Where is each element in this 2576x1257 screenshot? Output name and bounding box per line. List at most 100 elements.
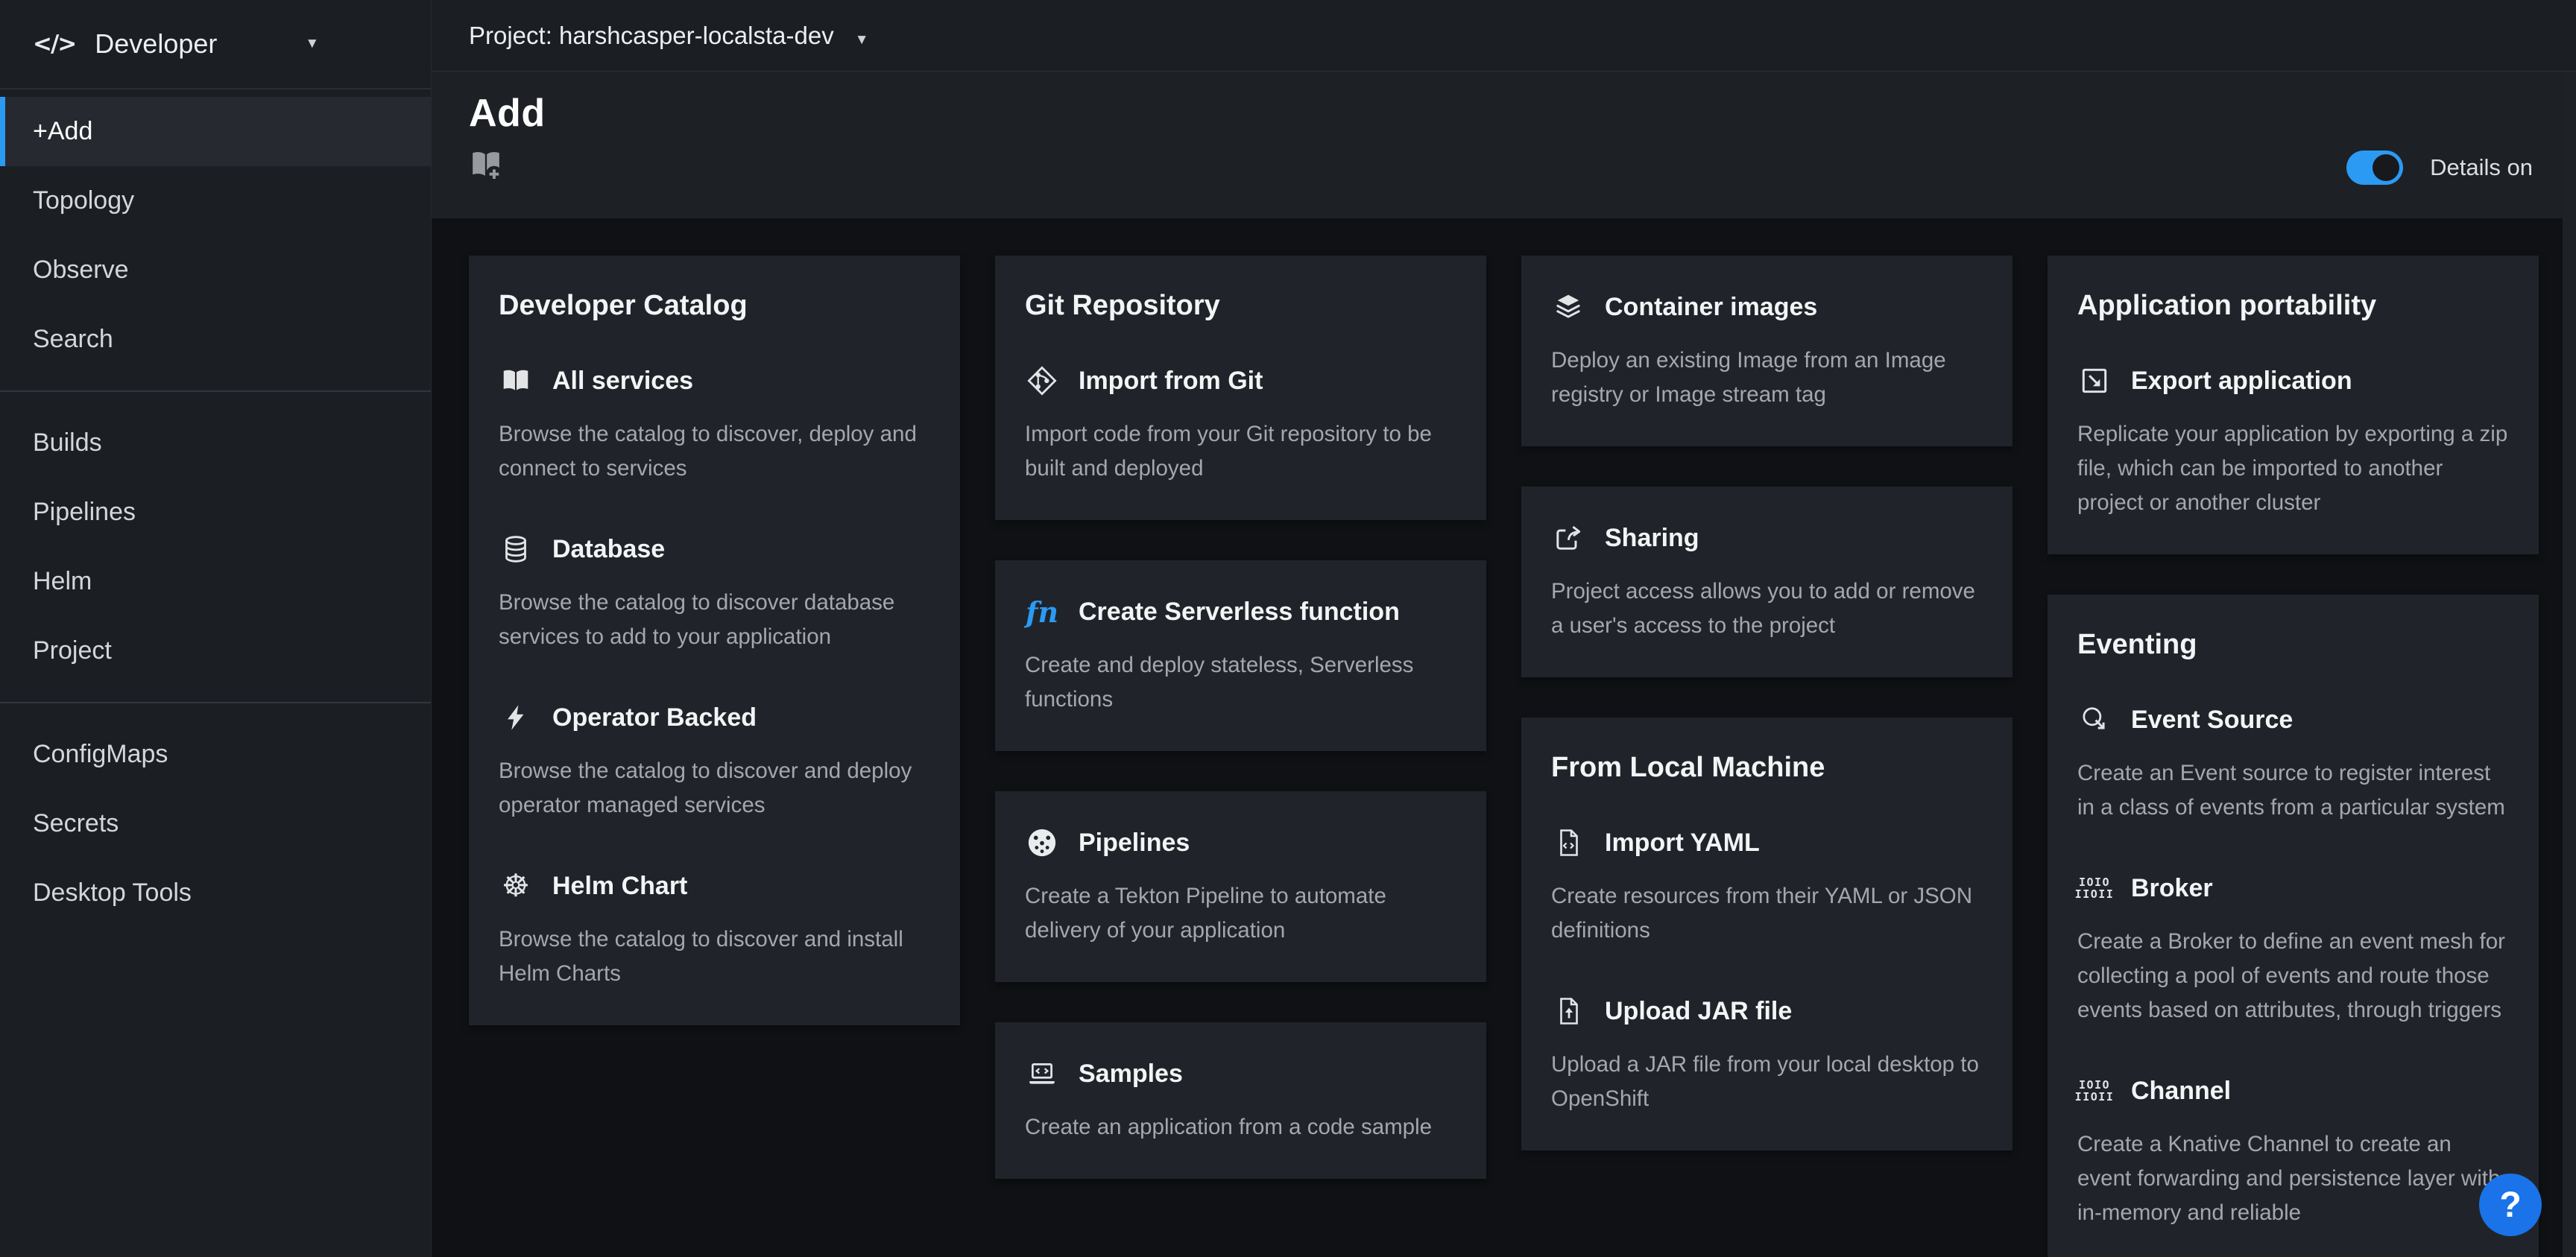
add-item-label: Broker xyxy=(2131,874,2213,903)
add-item-label: Samples xyxy=(1079,1060,1183,1089)
add-item-link-event-source[interactable]: Event Source xyxy=(2077,703,2509,737)
add-item-link-export-application[interactable]: Export application xyxy=(2077,364,2509,398)
add-item-description: Create a Knative Channel to create an ev… xyxy=(2077,1127,2509,1230)
card-eventing: Eventing Event Source Create an Event sour… xyxy=(2048,595,2539,1257)
card-developer-catalog: Developer Catalog All services Browse the … xyxy=(469,256,960,1025)
card-pipelines[interactable]: PipelinesCreate a Tekton Pipeline to aut… xyxy=(995,791,1486,982)
database-icon xyxy=(499,532,533,566)
sidebar-item-desktop-tools[interactable]: Desktop Tools xyxy=(0,858,431,928)
add-item-description: Import code from your Git repository to … xyxy=(1025,417,1456,486)
catalog-add-icon[interactable] xyxy=(469,148,503,186)
help-button-label: ? xyxy=(2499,1185,2521,1226)
add-item-label: Container images xyxy=(1605,293,1817,322)
perspective-label: Developer xyxy=(95,28,217,60)
add-item-link-broker[interactable]: IOIOIIOII Broker xyxy=(2077,871,2509,905)
sidebar-item-add[interactable]: +Add xyxy=(0,97,431,166)
yaml-file-icon xyxy=(1551,826,1585,860)
add-item-link-helm-chart[interactable]: ☸Helm Chart xyxy=(499,869,930,903)
sidebar-item-secrets[interactable]: Secrets xyxy=(0,789,431,858)
add-page-content: Developer Catalog All services Browse the … xyxy=(432,218,2576,1257)
add-item-description: Project access allows you to add or remo… xyxy=(1551,574,1983,643)
add-item-event-source: Event Source Create an Event source to re… xyxy=(2077,703,2509,825)
details-toggle[interactable] xyxy=(2346,151,2403,185)
add-item-samples: SamplesCreate an application from a code… xyxy=(1025,1057,1456,1144)
toggle-knob xyxy=(2373,154,2399,181)
add-item-link-sharing[interactable]: Sharing xyxy=(1551,521,1983,555)
git-icon xyxy=(1025,364,1059,398)
sidebar-item-search[interactable]: Search xyxy=(0,305,431,374)
add-item-upload-jar-file: Upload JAR fileUpload a JAR file from yo… xyxy=(1551,994,1983,1116)
bolt-icon xyxy=(499,700,533,735)
add-item-link-upload-jar-file[interactable]: Upload JAR file xyxy=(1551,994,1983,1028)
sidebar-nav: +AddTopologyObserveSearch BuildsPipelines… xyxy=(0,89,431,928)
add-item-description: Create an Event source to register inter… xyxy=(2077,756,2509,825)
add-item-channel: IOIOIIOII Channel Create a Knative Channel… xyxy=(2077,1074,2509,1230)
sidebar-item-topology[interactable]: Topology xyxy=(0,166,431,235)
add-item-pipelines: PipelinesCreate a Tekton Pipeline to aut… xyxy=(1025,826,1456,948)
sidebar-item-builds[interactable]: Builds xyxy=(0,408,431,478)
add-item-sharing: Sharing Project access allows you to add … xyxy=(1551,521,1983,643)
card-title: Git Repository xyxy=(1025,290,1456,322)
binary-icon: IOIOIIOII xyxy=(2077,871,2112,905)
card-samples[interactable]: SamplesCreate an application from a code… xyxy=(995,1022,1486,1179)
card-title: Developer Catalog xyxy=(499,290,930,322)
add-item-import-from-git: Import from Git Import code from your Git… xyxy=(1025,364,1456,486)
add-item-link-import-from-git[interactable]: Import from Git xyxy=(1025,364,1456,398)
caret-down-icon: ▼ xyxy=(834,22,869,50)
add-item-link-import-yaml[interactable]: Import YAML xyxy=(1551,826,1983,860)
add-item-link-create-serverless-function[interactable]: fnCreate Serverless function xyxy=(1025,595,1456,629)
caret-down-icon: ▼ xyxy=(217,36,319,52)
add-item-link-container-images[interactable]: Container images xyxy=(1551,290,1983,324)
card-application-portability: Application portabilityExport applicatio… xyxy=(2048,256,2539,554)
sidebar-item-helm[interactable]: Helm xyxy=(0,547,431,616)
helm-icon: ☸ xyxy=(499,869,533,903)
book-open-icon xyxy=(499,364,533,398)
add-item-link-samples[interactable]: Samples xyxy=(1025,1057,1456,1091)
help-button[interactable]: ? xyxy=(2479,1174,2542,1236)
card-git-repository: Git Repository Import from Git Import code… xyxy=(995,256,1486,520)
add-item-label: Export application xyxy=(2131,367,2352,396)
add-item-link-database[interactable]: Database xyxy=(499,532,930,566)
project-selector[interactable]: Project: harshcasper-localsta-dev ▼ xyxy=(469,22,869,50)
add-item-label: Sharing xyxy=(1605,524,1699,553)
add-item-description: Browse the catalog to discover database … xyxy=(499,586,930,654)
sidebar-item-pipelines[interactable]: Pipelines xyxy=(0,478,431,547)
sidebar-item-project[interactable]: Project xyxy=(0,616,431,686)
sidebar-item-observe[interactable]: Observe xyxy=(0,235,431,305)
page-header: Add Details on xyxy=(432,72,2576,218)
add-item-label: Upload JAR file xyxy=(1605,997,1792,1026)
add-item-description: Replicate your application by exporting … xyxy=(2077,417,2509,520)
sidebar-item-configmaps[interactable]: ConfigMaps xyxy=(0,720,431,789)
add-item-description: Deploy an existing Image from an Image r… xyxy=(1551,343,1983,412)
scrollbar[interactable] xyxy=(2563,72,2576,1257)
add-item-link-channel[interactable]: IOIOIIOII Channel xyxy=(2077,1074,2509,1108)
perspective-switcher[interactable]: </> Developer ▼ xyxy=(0,0,431,89)
add-item-label: Import from Git xyxy=(1079,367,1263,396)
add-item-description: Create resources from their YAML or JSON… xyxy=(1551,879,1983,948)
card-title: Eventing xyxy=(2077,629,2509,661)
add-item-label: Channel xyxy=(2131,1077,2231,1106)
add-item-database: Database Browse the catalog to discover d… xyxy=(499,532,930,654)
add-item-description: Create a Broker to define an event mesh … xyxy=(2077,925,2509,1028)
add-item-create-serverless-function: fnCreate Serverless functionCreate and d… xyxy=(1025,595,1456,717)
add-item-link-all-services[interactable]: All services xyxy=(499,364,930,398)
add-item-broker: IOIOIIOII Broker Create a Broker to define… xyxy=(2077,871,2509,1028)
share-icon xyxy=(1551,521,1585,555)
card-container-images[interactable]: Container images Deploy an existing Image… xyxy=(1521,256,2012,446)
card-sharing[interactable]: Sharing Project access allows you to add … xyxy=(1521,487,2012,677)
layers-icon xyxy=(1551,290,1585,324)
add-item-link-pipelines[interactable]: Pipelines xyxy=(1025,826,1456,860)
card-create-serverless-function[interactable]: fnCreate Serverless functionCreate and d… xyxy=(995,560,1486,751)
add-item-label: Import YAML xyxy=(1605,829,1760,858)
export-icon xyxy=(2077,364,2112,398)
add-item-description: Browse the catalog to discover, deploy a… xyxy=(499,417,930,486)
card-column-1: Developer Catalog All services Browse the … xyxy=(469,256,960,1257)
add-item-description: Browse the catalog to discover and deplo… xyxy=(499,754,930,823)
add-item-label: Event Source xyxy=(2131,706,2293,735)
add-item-link-operator-backed[interactable]: Operator Backed xyxy=(499,700,930,735)
page-title: Add xyxy=(469,91,2534,136)
samples-icon xyxy=(1025,1057,1059,1091)
details-toggle-group: Details on xyxy=(2346,151,2533,185)
card-column-4: Application portabilityExport applicatio… xyxy=(2048,256,2539,1257)
binary-icon: IOIOIIOII xyxy=(2077,1074,2112,1108)
